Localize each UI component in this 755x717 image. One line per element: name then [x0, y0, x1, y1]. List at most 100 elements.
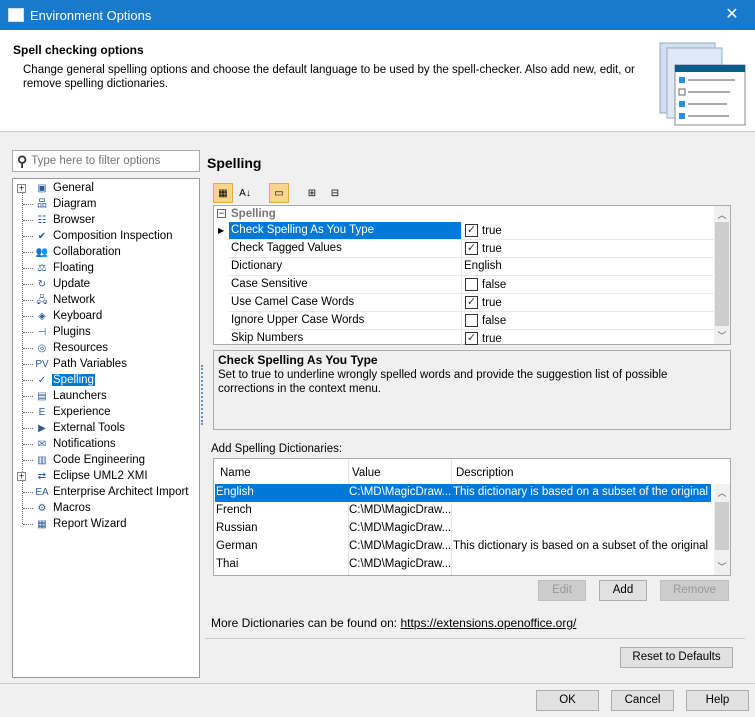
tree-item-macros[interactable]: ⚙ Macros [13, 500, 199, 516]
property-value: true [482, 242, 502, 255]
property-row[interactable]: Use Camel Case Words ✓ true [229, 294, 714, 312]
table-row[interactable]: Thai C:\MD\MagicDraw... [215, 556, 711, 574]
table-row[interactable]: French C:\MD\MagicDraw... [215, 502, 711, 520]
collapse-group-icon[interactable]: − [217, 209, 226, 218]
tree-item-browser[interactable]: ☷ Browser [13, 212, 199, 228]
tree-item-composition-inspection[interactable]: ✔ Composition Inspection [13, 228, 199, 244]
show-description-button[interactable]: ▭ [269, 183, 289, 203]
table-scrollbar[interactable]: ︿ ﹀ [714, 484, 730, 575]
property-checkbox[interactable]: ✓ [465, 296, 478, 309]
tree-item-label: Keyboard [53, 310, 103, 322]
composition-icon: ✔ [37, 230, 47, 242]
property-row[interactable]: Check Tagged Values ✓ true [229, 240, 714, 258]
column-header-value[interactable]: Value [352, 467, 381, 479]
tree-item-experience[interactable]: E Experience [13, 404, 199, 420]
scroll-down-icon[interactable]: ﹀ [714, 560, 730, 573]
expand-icon[interactable]: + [17, 471, 26, 481]
tree-item-label: Collaboration [53, 246, 121, 258]
tree-item-spelling[interactable]: ✓ Spelling [13, 372, 199, 388]
property-checkbox[interactable] [465, 278, 478, 291]
scroll-thumb[interactable] [715, 222, 729, 326]
scroll-thumb[interactable] [715, 502, 729, 550]
column-header-name[interactable]: Name [220, 467, 251, 479]
tree-item-plugins[interactable]: ⊣ Plugins [13, 324, 199, 340]
tree-item-enterprise-architect-import[interactable]: EA Enterprise Architect Import [13, 484, 199, 500]
tree-item-external-tools[interactable]: ▶ External Tools [13, 420, 199, 436]
sort-alphabetical-button[interactable]: A↓ [235, 183, 255, 203]
property-name: Ignore Upper Case Words [231, 314, 365, 326]
tree-item-notifications[interactable]: ✉ Notifications [13, 436, 199, 452]
openoffice-link[interactable]: https://extensions.openoffice.org/ [400, 616, 576, 630]
tree-item-label: Enterprise Architect Import [53, 486, 189, 498]
tree-item-path-variables[interactable]: PV Path Variables [13, 356, 199, 372]
table-row[interactable]: German C:\MD\MagicDraw... This dictionary … [215, 538, 711, 556]
options-tree[interactable]: + ▣ General 品 Diagram ☷ Browser ✔ Composition In… [12, 178, 200, 678]
ok-button[interactable]: OK [536, 690, 599, 711]
property-checkbox[interactable]: ✓ [465, 224, 478, 237]
scroll-up-icon[interactable]: ︿ [714, 486, 730, 499]
scroll-down-icon[interactable]: ﹀ [714, 329, 730, 342]
launchers-icon: ▤ [37, 390, 47, 402]
window-title: Environment Options [30, 7, 152, 23]
filter-input-box[interactable]: ⚲ [12, 150, 200, 172]
property-row[interactable]: Case Sensitive false [229, 276, 714, 294]
tree-item-keyboard[interactable]: ◈ Keyboard [13, 308, 199, 324]
property-scrollbar[interactable]: ︿ ﹀ [714, 206, 730, 344]
tree-item-update[interactable]: ↻ Update [13, 276, 199, 292]
expand-icon[interactable]: + [17, 183, 26, 193]
property-value[interactable]: English [464, 260, 502, 272]
scroll-up-icon[interactable]: ︿ [714, 208, 730, 221]
property-row[interactable]: Dictionary English [229, 258, 714, 276]
property-name: Check Spelling As You Type [231, 224, 375, 236]
browser-icon: ☷ [37, 214, 47, 226]
tree-item-label: Code Engineering [53, 454, 146, 466]
property-grid[interactable]: − Spelling ▶ Check Spelling As You Type ✓ t… [213, 205, 731, 348]
tree-item-label: Network [53, 294, 96, 306]
remove-button[interactable]: Remove [660, 580, 729, 601]
column-header-description[interactable]: Description [456, 467, 514, 479]
floating-icon: ⚖ [37, 262, 47, 274]
collapse-all-button[interactable]: ⊟ [325, 183, 345, 203]
expand-all-button[interactable]: ⊞ [302, 183, 322, 203]
tree-item-collaboration[interactable]: 👥 Collaboration [13, 244, 199, 260]
property-row[interactable]: Ignore Upper Case Words false [229, 312, 714, 330]
property-row[interactable]: ▶ Check Spelling As You Type ✓ true [218, 222, 714, 240]
report-wizard-icon: ▦ [37, 518, 47, 530]
dictionary-name: Russian [216, 522, 258, 534]
dictionary-value: C:\MD\MagicDraw... [349, 486, 451, 498]
edit-button[interactable]: Edit [538, 580, 586, 601]
tree-item-diagram[interactable]: 品 Diagram [13, 196, 199, 212]
reset-to-defaults-button[interactable]: Reset to Defaults [620, 647, 733, 668]
dictionaries-table[interactable]: Name Value Description English C:\MD\Magi… [213, 458, 731, 576]
tree-item-launchers[interactable]: ▤ Launchers [13, 388, 199, 404]
cancel-button[interactable]: Cancel [611, 690, 674, 711]
property-checkbox[interactable]: ✓ [465, 332, 478, 345]
help-button[interactable]: Help [686, 690, 749, 711]
table-row[interactable]: Russian C:\MD\MagicDraw... [215, 520, 711, 538]
categorized-view-button[interactable]: ▦ [213, 183, 233, 203]
property-name: Check Tagged Values [231, 242, 342, 254]
notifications-icon: ✉ [37, 438, 47, 450]
tree-item-floating[interactable]: ⚖ Floating [13, 260, 199, 276]
add-button[interactable]: Add [599, 580, 647, 601]
tree-item-network[interactable]: 🖧 Network [13, 292, 199, 308]
splitter-handle[interactable] [201, 365, 203, 425]
filter-input[interactable] [31, 155, 182, 167]
header-panel: Spell checking options Change general sp… [0, 30, 755, 132]
ea-icon: EA [35, 486, 49, 498]
property-row[interactable]: Skip Numbers ✓ true [229, 330, 714, 348]
property-checkbox[interactable]: ✓ [465, 242, 478, 255]
keyboard-icon: ◈ [38, 310, 46, 322]
close-icon[interactable]: ✕ [709, 0, 755, 30]
property-description: Check Spelling As You Type Set to true t… [213, 350, 731, 430]
tree-item-code-engineering[interactable]: ▥ Code Engineering [13, 452, 199, 468]
tree-item-resources[interactable]: ◎ Resources [13, 340, 199, 356]
property-checkbox[interactable] [465, 314, 478, 327]
table-row[interactable]: English C:\MD\MagicDraw... This dictionary… [215, 484, 711, 502]
dictionary-description: This dictionary is based on a subset of … [453, 540, 709, 552]
tree-item-general[interactable]: + ▣ General [13, 180, 199, 196]
tree-item-label: Floating [53, 262, 94, 274]
tree-item-eclipse-uml2-xmi[interactable]: + ⇄ Eclipse UML2 XMI [13, 468, 199, 484]
tree-item-report-wizard[interactable]: ▦ Report Wizard [13, 516, 199, 532]
tree-item-label: Resources [53, 342, 108, 354]
